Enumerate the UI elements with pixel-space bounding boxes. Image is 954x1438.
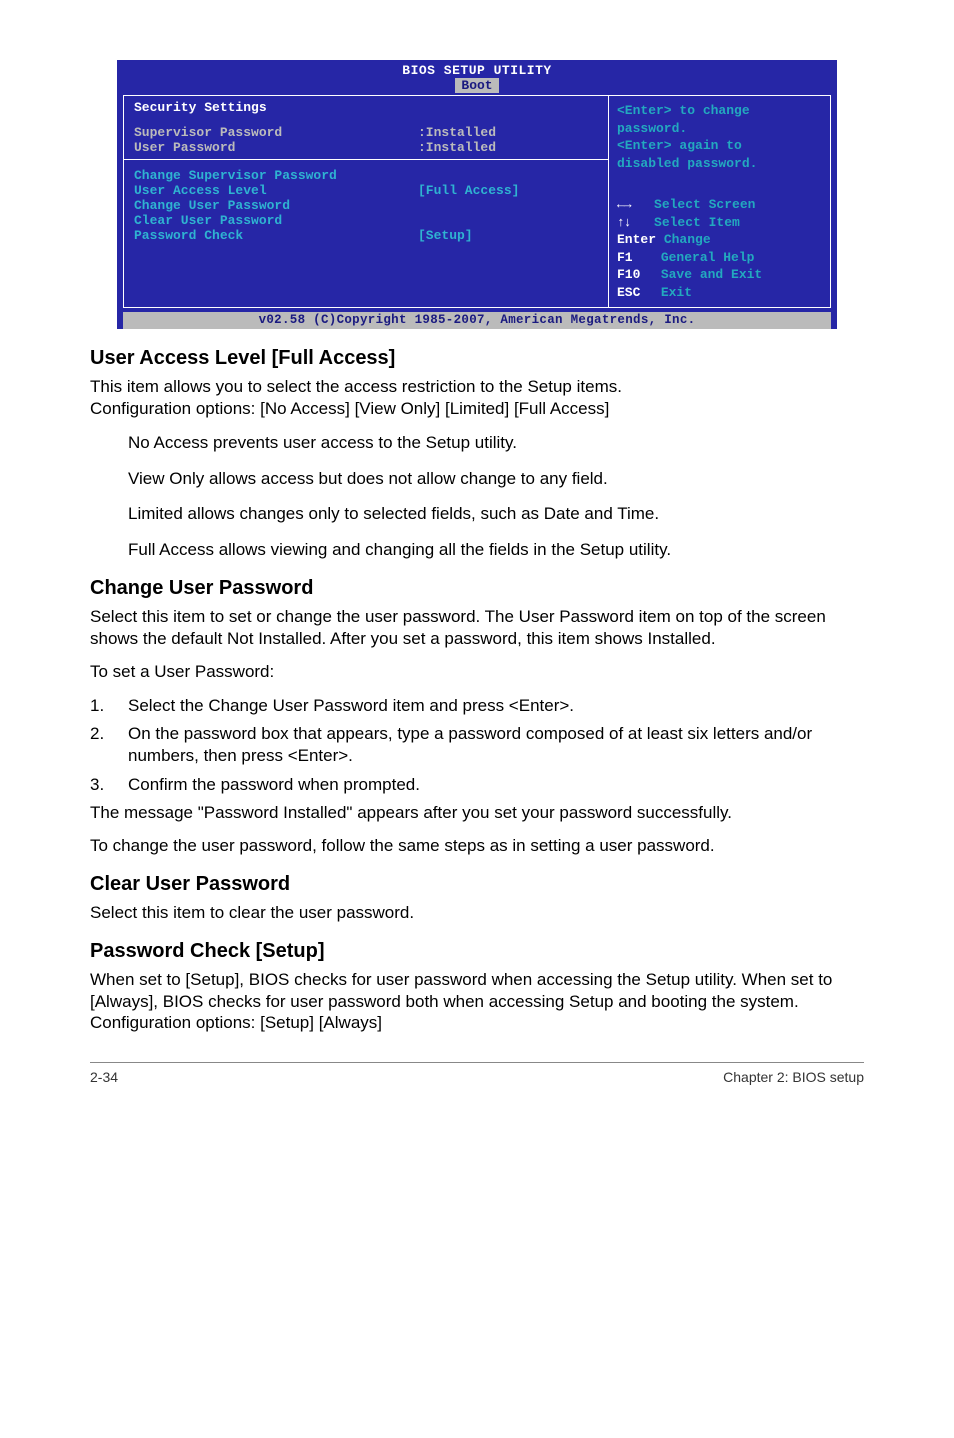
bios-body: Security Settings Supervisor Password :I… [123,95,831,308]
esc-text: Exit [661,285,692,300]
change-supervisor-password: Change Supervisor Password [134,168,598,183]
password-check-label: Password Check [134,228,418,243]
page-footer: 2-34 Chapter 2: BIOS setup [90,1062,864,1085]
heading-change-user-password: Change User Password [90,577,864,600]
bios-help-pane: <Enter> to change password. <Enter> agai… [609,96,830,307]
heading-user-access-level: User Access Level [Full Access] [90,347,864,370]
f10-text: Save and Exit [661,267,762,282]
esc-key: ESC [617,284,653,302]
security-settings-heading: Security Settings [134,100,598,115]
view-only-desc: View Only allows access but does not all… [128,468,864,490]
enter-text: Change [664,232,711,247]
user-access-level-row: User Access Level [Full Access] [134,183,598,198]
help-f10: F10 Save and Exit [617,266,822,284]
user-password-row: User Password :Installed [134,140,598,155]
bios-title: BIOS SETUP UTILITY [117,60,837,78]
help-select-screen: ←→ Select Screen [617,196,822,214]
step-1: 1.Select the Change User Password item a… [90,695,864,717]
chapter-label: Chapter 2: BIOS setup [723,1069,864,1085]
access-level-descriptions: No Access prevents user access to the Se… [128,432,864,561]
help-line1: <Enter> to change [617,102,822,120]
up-down-arrow-icon: ↑↓ [617,215,631,230]
change-password-note: To change the user password, follow the … [90,835,864,857]
no-access-desc: No Access prevents user access to the Se… [128,432,864,454]
user-access-level-value: [Full Access] [418,183,598,198]
password-installed-msg: The message "Password Installed" appears… [90,802,864,824]
supervisor-password-row: Supervisor Password :Installed [134,125,598,140]
heading-password-check: Password Check [Setup] [90,940,864,963]
step-2: 2.On the password box that appears, type… [90,723,864,767]
help-select-item: ↑↓ Select Item [617,214,822,232]
step-3: 3.Confirm the password when prompted. [90,774,864,796]
bios-tab-boot: Boot [455,78,498,93]
step-2-text: On the password box that appears, type a… [128,723,864,767]
bios-tab-row: Boot [117,78,837,95]
f1-key: F1 [617,249,653,267]
password-check-row: Password Check [Setup] [134,228,598,243]
password-check-desc: When set to [Setup], BIOS checks for use… [90,969,864,1013]
limited-desc: Limited allows changes only to selected … [128,503,864,525]
help-line2: password. [617,120,822,138]
enter-key: Enter [617,232,656,247]
bios-left-pane: Security Settings Supervisor Password :I… [124,96,609,307]
password-check-value: [Setup] [418,228,598,243]
clear-user-password: Clear User Password [134,213,598,228]
select-item-text: Select Item [654,215,740,230]
supervisor-password-label: Supervisor Password [134,125,418,140]
to-set-user-password: To set a User Password: [90,661,864,683]
page-number: 2-34 [90,1069,118,1085]
user-password-value: :Installed [418,140,598,155]
bios-screenshot: BIOS SETUP UTILITY Boot Security Setting… [117,60,837,329]
supervisor-password-value: :Installed [418,125,598,140]
help-line4: disabled password. [617,155,822,173]
user-access-level-label: User Access Level [134,183,418,198]
user-password-label: User Password [134,140,418,155]
change-user-password: Change User Password [134,198,598,213]
step-3-text: Confirm the password when prompted. [128,774,420,796]
left-right-arrow-icon: ←→ [617,197,631,212]
password-check-options: Configuration options: [Setup] [Always] [90,1012,864,1034]
f1-text: General Help [661,250,755,265]
bios-copyright-footer: v02.58 (C)Copyright 1985-2007, American … [123,312,831,329]
select-screen-text: Select Screen [654,197,755,212]
heading-clear-user-password: Clear User Password [90,873,864,896]
help-enter: Enter Change [617,231,822,249]
step-1-text: Select the Change User Password item and… [128,695,574,717]
set-password-steps: 1.Select the Change User Password item a… [90,695,864,795]
change-user-password-desc: Select this item to set or change the us… [90,606,864,650]
full-access-desc: Full Access allows viewing and changing … [128,539,864,561]
clear-user-password-desc: Select this item to clear the user passw… [90,902,864,924]
f10-key: F10 [617,266,653,284]
help-line3: <Enter> again to [617,137,822,155]
user-access-level-options: Configuration options: [No Access] [View… [90,398,864,420]
user-access-level-desc: This item allows you to select the acces… [90,376,864,398]
help-esc: ESC Exit [617,284,822,302]
help-f1: F1 General Help [617,249,822,267]
